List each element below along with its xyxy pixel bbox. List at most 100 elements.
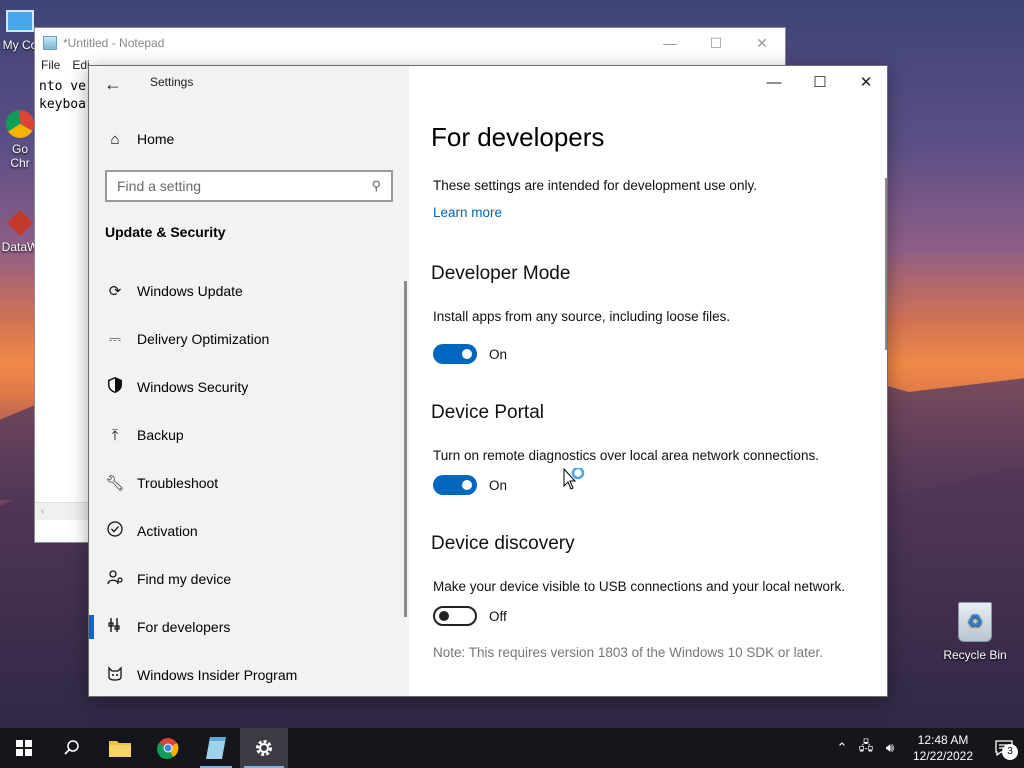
sidebar-item-label: Activation: [137, 523, 198, 539]
device-portal-toggle[interactable]: [433, 475, 477, 495]
search-icon: [64, 740, 79, 755]
content-scrollbar[interactable]: [885, 178, 887, 350]
settings-content: — ☐ ✕ For developers These settings are …: [409, 66, 887, 696]
settings-taskbar-button[interactable]: [240, 728, 288, 768]
action-center-button[interactable]: 3: [984, 728, 1024, 768]
sidebar-item-delivery-optimization[interactable]: ⎓ Delivery Optimization: [89, 315, 409, 363]
device-portal-toggle-label: On: [489, 477, 508, 493]
device-discovery-toggle-label: Off: [489, 608, 507, 624]
computer-icon: [6, 10, 34, 32]
device-discovery-heading: Device discovery: [431, 533, 575, 554]
sidebar-home[interactable]: ⌂ Home: [105, 128, 174, 150]
chrome-taskbar-button[interactable]: [144, 728, 192, 768]
wrench-icon: 🔧︎: [105, 475, 125, 492]
device-portal-toggle-row: On: [433, 475, 507, 495]
sidebar-item-label: Delivery Optimization: [137, 331, 270, 347]
notepad-close-button[interactable]: ✕: [739, 28, 785, 58]
chrome-icon: [6, 110, 34, 138]
network-icon[interactable]: 🖧︎: [854, 737, 878, 759]
sidebar-scrollbar[interactable]: [404, 281, 407, 617]
settings-sidebar: ← Settings ⌂ Home ⚲ Update & Security ⟳ …: [89, 66, 409, 696]
developer-mode-heading: Developer Mode: [431, 263, 571, 284]
sidebar-item-windows-update[interactable]: ⟳ Windows Update: [89, 267, 409, 315]
sidebar-nav: ⟳ Windows Update ⎓ Delivery Optimization…: [89, 267, 409, 696]
device-portal-heading: Device Portal: [431, 402, 544, 423]
clock-time: 12:48 AM: [917, 733, 969, 747]
person-location-icon: [105, 569, 125, 589]
sdk-note: Note: This requires version 1803 of the …: [433, 645, 823, 660]
notepad-minimize-button[interactable]: —: [647, 28, 693, 58]
notepad-maximize-button[interactable]: ☐: [693, 28, 739, 58]
system-tray: ⌃ 🖧︎ 🔊︎ 12:48 AM 12/22/2022 3: [830, 728, 1024, 768]
notepad-horizontal-scrollbar[interactable]: ‹: [35, 502, 89, 520]
dataw-icon: [7, 210, 33, 236]
notepad-title: *Untitled - Notepad: [63, 36, 165, 50]
back-arrow-icon: ←: [104, 74, 122, 94]
home-icon: ⌂: [110, 130, 120, 148]
sidebar-item-label: Troubleshoot: [137, 475, 219, 491]
developer-mode-toggle-row: On: [433, 344, 507, 364]
sidebar-item-label: Windows Insider Program: [137, 667, 298, 683]
notepad-icon: [43, 36, 57, 50]
sidebar-item-label: Backup: [137, 427, 184, 443]
search-icon: ⚲: [371, 178, 381, 193]
minimize-button[interactable]: —: [751, 66, 797, 98]
sidebar-item-label: Windows Security: [137, 379, 249, 395]
device-discovery-toggle[interactable]: [433, 606, 477, 626]
taskbar-clock[interactable]: 12:48 AM 12/22/2022: [908, 732, 978, 764]
shield-icon: [105, 377, 125, 397]
device-discovery-toggle-row: Off: [433, 606, 507, 626]
sidebar-item-windows-insider-program[interactable]: Windows Insider Program: [89, 651, 409, 696]
file-explorer-taskbar-button[interactable]: [96, 728, 144, 768]
close-button[interactable]: ✕: [843, 66, 887, 98]
intro-text: These settings are intended for developm…: [433, 178, 757, 193]
windows-logo-icon: [16, 740, 32, 756]
developer-tools-icon: [105, 617, 125, 637]
sidebar-item-label: For developers: [137, 619, 231, 635]
sidebar-item-label: Find my device: [137, 571, 232, 587]
start-button[interactable]: [0, 728, 48, 768]
device-portal-description: Turn on remote diagnostics over local ar…: [433, 448, 819, 463]
search-box[interactable]: ⚲: [105, 170, 393, 202]
search-taskbar-button[interactable]: [48, 728, 96, 768]
sidebar-item-find-my-device[interactable]: Find my device: [89, 555, 409, 603]
backup-arrow-icon: ⤒: [111, 426, 119, 444]
refresh-icon: ⟳: [108, 283, 122, 300]
sidebar-item-windows-security[interactable]: Windows Security: [89, 363, 409, 411]
notification-count-badge: 3: [1002, 744, 1018, 760]
notepad-icon: [206, 737, 226, 759]
sidebar-item-for-developers[interactable]: For developers: [89, 603, 409, 651]
insider-cat-icon: [105, 665, 125, 685]
page-title: For developers: [431, 122, 605, 152]
sidebar-item-activation[interactable]: Activation: [89, 507, 409, 555]
maximize-button[interactable]: ☐: [797, 66, 843, 98]
clock-date: 12/22/2022: [912, 749, 974, 763]
desktop-icon-label: Recycle Bin: [943, 648, 1007, 662]
section-heading: Update & Security: [105, 224, 226, 240]
window-title: Settings: [150, 75, 194, 89]
learn-more-link[interactable]: Learn more: [433, 205, 502, 220]
developer-mode-toggle-label: On: [489, 346, 508, 362]
chevron-up-icon[interactable]: ⌃: [830, 740, 854, 756]
developer-mode-description: Install apps from any source, including …: [433, 309, 731, 324]
chrome-icon: [157, 738, 179, 759]
sidebar-item-troubleshoot[interactable]: 🔧︎ Troubleshoot: [89, 459, 409, 507]
recycle-bin-icon: [958, 602, 992, 642]
back-button[interactable]: ←: [101, 72, 125, 96]
taskbar: ⌃ 🖧︎ 🔊︎ 12:48 AM 12/22/2022 3: [0, 728, 1024, 768]
delivery-optimization-icon: ⎓: [109, 330, 121, 348]
device-discovery-description: Make your device visible to USB connecti…: [433, 579, 845, 594]
home-label: Home: [137, 131, 175, 147]
search-input[interactable]: [117, 178, 372, 194]
notepad-menu-file[interactable]: File: [41, 58, 60, 76]
volume-icon[interactable]: 🔊︎: [878, 740, 902, 756]
settings-window[interactable]: ← Settings ⌂ Home ⚲ Update & Security ⟳ …: [88, 65, 888, 697]
notepad-taskbar-button[interactable]: [192, 728, 240, 768]
sidebar-item-backup[interactable]: ⤒ Backup: [89, 411, 409, 459]
check-circle-icon: [105, 521, 125, 541]
gear-icon: [256, 740, 272, 756]
folder-icon: [109, 741, 131, 757]
desktop-icon-recycle-bin[interactable]: Recycle Bin: [940, 602, 1010, 662]
developer-mode-toggle[interactable]: [433, 344, 477, 364]
mouse-cursor-busy-icon: [563, 466, 585, 492]
